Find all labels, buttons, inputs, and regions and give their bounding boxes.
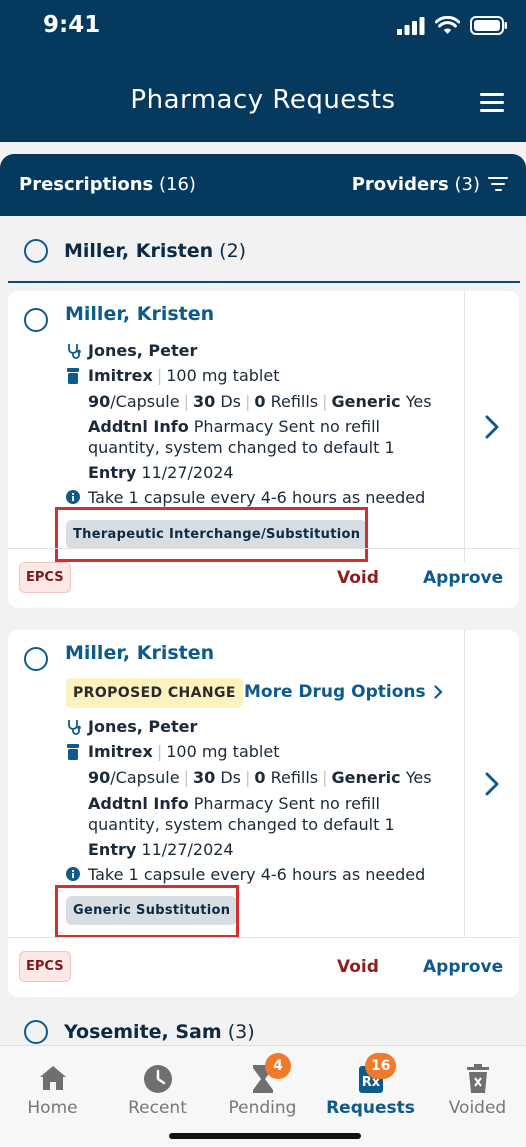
epcs-badge: EPCS [19,562,71,593]
stethoscope-icon [68,344,81,359]
tab-voided[interactable]: Voided [425,1046,526,1126]
group-patient-name: Yosemite, Sam (3) [64,1021,255,1043]
clock-icon [105,1064,210,1096]
bottom-tab-bar: Home Recent 4 Pending Rx 16 Requests Voi… [0,1045,526,1147]
battery-icon [470,16,507,35]
content-area: Prescriptions (16) Providers (3) Miller,… [0,142,526,1045]
additional-info-cont: quantity, system changed to default 1 [88,815,395,834]
tab-label: Home [27,1098,78,1118]
quantity-line: 90/Capsule | 30 Ds | 0 Refills | Generic Yes [88,392,432,411]
wifi-icon [435,16,460,34]
status-time: 9:41 [43,12,101,38]
additional-info-cont: quantity, system changed to default 1 [88,438,395,457]
info-icon [66,490,80,504]
pill-bottle-icon [67,368,79,384]
card-detail-chevron[interactable] [464,630,519,937]
prescription-list: Miller, Kristen (2) Miller, Kristen Jones… [0,216,526,1045]
patient-name: Miller, Kristen [65,303,215,325]
pill-bottle-icon [67,744,79,760]
filter-icon [488,176,508,193]
patient-group-header[interactable]: Miller, Kristen (2) [8,221,520,283]
tab-pending[interactable]: 4 Pending [210,1046,315,1126]
page-title: Pharmacy Requests [130,85,396,115]
void-button[interactable]: Void [337,568,379,588]
tab-requests[interactable]: Rx 16 Requests [318,1046,423,1126]
home-icon [0,1064,105,1096]
proposed-change-badge: PROPOSED CHANGE [66,678,243,708]
sig-instructions: Take 1 capsule every 4-6 hours as needed [88,488,426,507]
status-bar: 9:41 [0,0,526,60]
filter-bar: Prescriptions (16) Providers (3) [0,154,526,216]
entry-date: Entry 11/27/2024 [88,463,234,482]
patient-name: Miller, Kristen [65,642,215,664]
group-select-radio[interactable] [24,239,48,263]
cellular-signal-icon [397,16,425,35]
tab-label: Requests [326,1098,415,1118]
providers-count: (3) [454,174,481,195]
provider-name: Jones, Peter [88,341,198,360]
entry-date: Entry 11/27/2024 [88,840,234,859]
chevron-right-icon [485,772,499,795]
chevron-right-icon [433,685,443,699]
card-select-radio[interactable] [24,647,48,671]
tab-recent[interactable]: Recent [105,1046,210,1126]
card-detail-chevron[interactable] [464,291,519,562]
more-drug-options-link[interactable]: More Drug Options [244,682,443,702]
more-drug-options-label: More Drug Options [244,682,426,702]
sig-instructions: Take 1 capsule every 4-6 hours as needed [88,865,426,884]
card-actions: EPCS Void Approve [8,548,519,608]
additional-info: Addtnl Info Pharmacy Sent no refill [88,417,380,436]
chevron-right-icon [485,415,499,438]
quantity-line: 90/Capsule | 30 Ds | 0 Refills | Generic Yes [88,768,432,787]
stethoscope-icon [68,720,81,735]
group-count: (3) [227,1021,255,1043]
prescriptions-tab[interactable]: Prescriptions (16) [19,174,196,195]
providers-label: Providers [351,174,449,195]
card-actions: EPCS Void Approve [8,937,519,997]
patient-group-header[interactable]: Yosemite, Sam (3) [8,1001,520,1045]
status-icons [397,16,508,35]
void-button[interactable]: Void [337,957,379,977]
drug-line: Imitrex | 100 mg tablet [88,742,280,761]
tab-label: Pending [228,1098,297,1118]
prescriptions-label: Prescriptions [19,174,154,195]
pending-count-badge: 4 [265,1053,291,1079]
hourglass-icon [210,1064,315,1096]
additional-info: Addtnl Info Pharmacy Sent no refill [88,794,380,813]
prescription-card[interactable]: Miller, Kristen PROPOSED CHANGE More Dru… [8,630,519,997]
tab-label: Recent [128,1098,187,1118]
group-count: (2) [219,240,247,262]
requests-count-badge: 16 [365,1053,397,1079]
providers-filter[interactable]: Providers (3) [352,174,508,195]
trash-icon [425,1064,526,1096]
group-patient-name: Miller, Kristen (2) [64,240,247,262]
card-select-radio[interactable] [24,308,48,332]
highlight-box [55,885,239,938]
prescriptions-count: (16) [159,174,196,195]
drug-line: Imitrex | 100 mg tablet [88,366,280,385]
group-select-radio[interactable] [24,1020,48,1044]
info-icon [66,867,80,881]
prescription-card[interactable]: Miller, Kristen Jones, Peter Imitrex | 100… [8,291,519,608]
epcs-badge: EPCS [19,951,71,982]
nav-header: Pharmacy Requests [0,60,526,142]
hamburger-menu-icon[interactable] [480,93,504,113]
home-indicator [169,1133,361,1139]
tab-label: Voided [448,1098,507,1118]
provider-name: Jones, Peter [88,717,198,736]
approve-button[interactable]: Approve [423,957,503,977]
tab-home[interactable]: Home [0,1046,105,1126]
approve-button[interactable]: Approve [423,568,503,588]
